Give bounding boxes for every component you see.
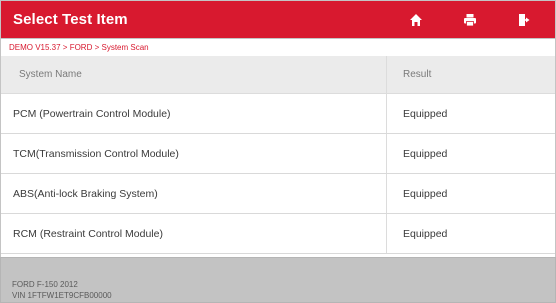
title-bar: Select Test Item: [0, 0, 556, 39]
breadcrumb: DEMO V15.37 > FORD > System Scan: [0, 39, 556, 56]
print-button[interactable]: [460, 10, 480, 30]
table-header: System Name Result: [1, 56, 555, 94]
vehicle-vin: VIN 1FTFW1ET9CFB00000: [12, 291, 112, 300]
system-name-cell: RCM (Restraint Control Module): [13, 227, 163, 240]
result-cell: Equipped: [386, 214, 555, 253]
home-button[interactable]: [406, 10, 426, 30]
table-row[interactable]: PCM (Powertrain Control Module) Equipped: [1, 94, 555, 134]
print-icon: [464, 13, 476, 26]
column-header-system-name: System Name: [19, 69, 82, 80]
system-table: System Name Result PCM (Powertrain Contr…: [0, 56, 556, 257]
table-row[interactable]: ABS(Anti-lock Braking System) Equipped: [1, 174, 555, 214]
column-header-result: Result: [386, 56, 555, 93]
result-cell: Equipped: [386, 94, 555, 133]
result-cell: Equipped: [386, 174, 555, 213]
system-name-cell: ABS(Anti-lock Braking System): [13, 187, 158, 200]
table-row[interactable]: RCM (Restraint Control Module) Equipped: [1, 214, 555, 254]
result-cell: Equipped: [386, 134, 555, 173]
table-row[interactable]: TCM(Transmission Control Module) Equippe…: [1, 134, 555, 174]
vehicle-model: FORD F-150 2012: [12, 280, 78, 289]
vehicle-info-footer: FORD F-150 2012 VIN 1FTFW1ET9CFB00000: [0, 257, 556, 303]
home-icon: [410, 13, 422, 26]
exit-button[interactable]: [514, 10, 534, 30]
exit-icon: [519, 13, 530, 26]
system-name-cell: PCM (Powertrain Control Module): [13, 107, 171, 120]
system-name-cell: TCM(Transmission Control Module): [13, 147, 179, 160]
page-title: Select Test Item: [13, 11, 128, 28]
